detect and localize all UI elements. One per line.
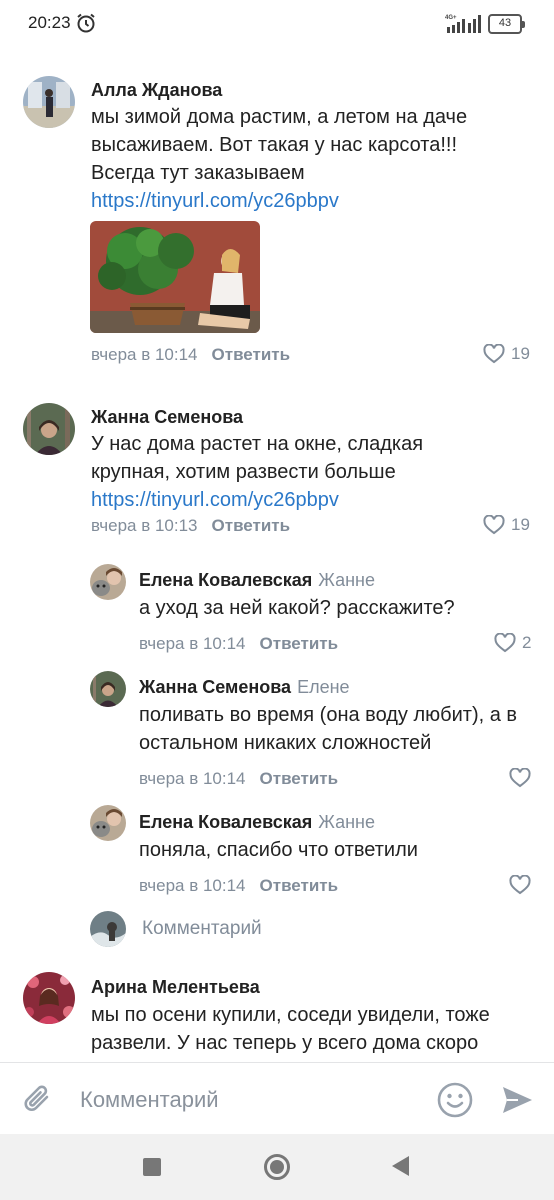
reply-author-name[interactable]: Елена Ковалевская [139,570,312,590]
comment-author: Елена Ковалевская Жанне [139,570,375,591]
like-count: 2 [522,633,532,652]
comment-meta: вчера в 10:14 Ответить [139,634,338,654]
comment-author[interactable]: Жанна Семенова [91,407,243,428]
comment-author: Елена Ковалевская Жанне [139,812,375,833]
comments-list[interactable]: Алла Жданова мы зимой дома растим, а лет… [0,46,554,1062]
comment-text: поняла, спасибо что ответили [139,839,418,861]
comment-input[interactable]: Комментарий [80,1087,219,1113]
thread-reply-placeholder: Комментарий [142,918,262,939]
heart-icon [483,344,505,364]
thread-reply-input[interactable]: Комментарий [0,905,554,965]
comment-time: вчера в 10:13 [91,516,198,535]
reply-button[interactable]: Ответить [260,769,339,788]
system-navigation-bar [0,1134,554,1200]
like-count: 19 [511,344,530,363]
comment-body: У нас дома растет на окне, сладкая крупн… [91,433,424,483]
comment-meta: вчера в 10:14 Ответить [91,345,290,365]
home-button[interactable] [264,1154,290,1180]
recent-apps-button[interactable] [143,1158,161,1176]
comment-link[interactable]: https://tinyurl.com/yc26pbpv [91,190,339,212]
reply-author-name[interactable]: Жанна Семенова [139,677,291,697]
comment-link[interactable]: https://tinyurl.com/yc26pbpv [91,486,471,514]
comment-body: мы зимой дома растим, а летом на даче вы… [91,106,468,184]
comment-text: мы зимой дома растим, а летом на даче вы… [91,103,521,215]
avatar[interactable] [90,564,126,600]
comment: Жанна Семенова У нас дома растет на окне… [0,386,554,556]
avatar [90,911,126,947]
comment-text: У нас дома растет на окне, сладкая крупн… [91,430,471,514]
comment-photo[interactable] [90,221,260,333]
like-button[interactable] [509,768,537,788]
comment-author[interactable]: Алла Жданова [91,80,222,101]
reply: Елена Ковалевская Жанне поняла, спасибо ч… [0,798,554,905]
heart-icon [509,875,531,895]
reply-author-name[interactable]: Елена Ковалевская [139,812,312,832]
comment-text: мы по осени купили, соседи увидели, тоже… [91,1004,490,1054]
comment-time: вчера в 10:14 [139,876,246,895]
comment-text: поливать во время (она воду любит), а в … [139,704,518,754]
like-count: 19 [511,515,530,534]
signal-icon [447,15,481,33]
reply-to[interactable]: Жанне [318,812,375,832]
avatar[interactable] [23,76,75,128]
reply-button[interactable]: Ответить [212,516,291,535]
alarm-icon [77,13,95,33]
comment: Арина Мелентьева мы по осени купили, сос… [0,965,554,1062]
comment-composer: Комментарий [0,1062,554,1134]
like-button[interactable]: 2 [494,633,531,653]
reply: Жанна Семенова Елене поливать во время (о… [0,663,554,798]
comment: Алла Жданова мы зимой дома растим, а лет… [0,46,554,386]
like-button[interactable] [509,875,537,895]
battery-level: 43 [498,17,512,29]
send-icon[interactable] [500,1083,534,1117]
reply-to[interactable]: Жанне [318,570,375,590]
back-button[interactable] [392,1156,409,1176]
comment-time: вчера в 10:14 [91,345,198,364]
status-time: 20:23 [28,13,71,32]
like-button[interactable]: 19 [483,344,530,364]
comment-text: а уход за ней какой? расскажите? [139,597,455,619]
comment-author[interactable]: Арина Мелентьева [91,977,260,998]
avatar[interactable] [23,972,75,1024]
avatar[interactable] [90,671,126,707]
comment-meta: вчера в 10:14 Ответить [139,769,338,789]
like-button[interactable]: 19 [483,515,530,535]
reply: Елена Ковалевская Жанне а уход за ней как… [0,556,554,663]
avatar[interactable] [23,403,75,455]
comment-time: вчера в 10:14 [139,634,246,653]
reply-button[interactable]: Ответить [260,634,339,653]
reply-button[interactable]: Ответить [212,345,291,364]
status-bar: 20:23 4G+ 43 [0,0,554,46]
heart-icon [509,768,531,788]
avatar[interactable] [90,805,126,841]
comment-time: вчера в 10:14 [139,769,246,788]
heart-icon [494,633,516,653]
heart-icon [483,515,505,535]
battery-icon: 43 [488,14,525,34]
reply-button[interactable]: Ответить [260,876,339,895]
comment-meta: вчера в 10:14 Ответить [139,876,338,896]
paperclip-icon[interactable] [20,1082,56,1118]
comment-meta: вчера в 10:13 Ответить [91,516,290,536]
comment-author: Жанна Семенова Елене [139,677,350,698]
smile-icon[interactable] [436,1081,474,1119]
reply-to[interactable]: Елене [297,677,349,697]
